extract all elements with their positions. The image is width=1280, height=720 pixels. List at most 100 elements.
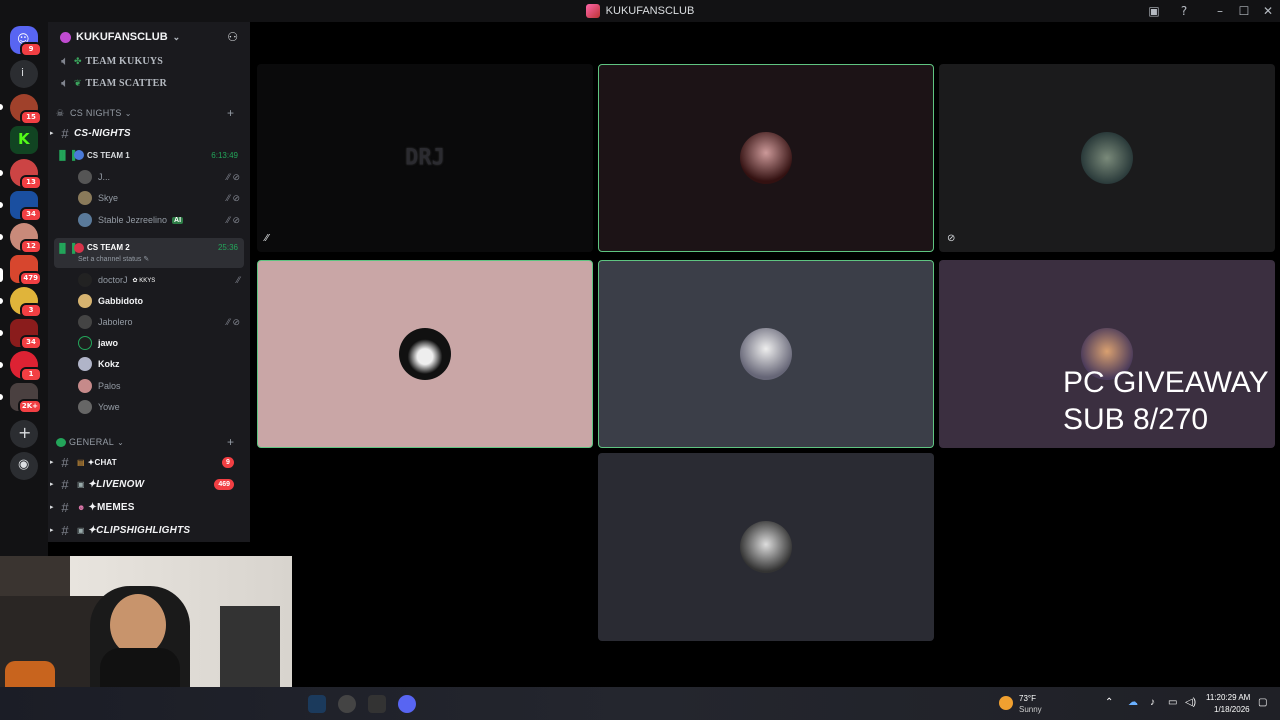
- guild-header[interactable]: KUKUFANSCLUB ⌄ ⚇: [48, 22, 250, 52]
- channel-team-kukuys[interactable]: 🔈︎ ✤ TEAM KUKUYS: [56, 53, 242, 68]
- server-badge: 13: [20, 175, 42, 190]
- voice-user[interactable]: Yowe: [78, 397, 240, 417]
- voice-channel-cs-team-2[interactable]: ▐▌▐ CS TEAM 2 25:36: [56, 241, 242, 254]
- server-icon-3[interactable]: 34: [10, 191, 42, 222]
- create-channel-icon[interactable]: +: [227, 106, 234, 120]
- unread-pill: [0, 298, 3, 304]
- weather-desc[interactable]: Sunny: [1019, 705, 1042, 714]
- create-channel-icon[interactable]: +: [227, 435, 234, 449]
- steam-icon[interactable]: [308, 695, 326, 713]
- title-bar: KUKUFANSCLUB ▣ ? – ☐ ✕: [0, 0, 1280, 22]
- ai-tag: AI: [172, 216, 184, 224]
- server-folder[interactable]: 2K+: [10, 383, 42, 414]
- voice-user[interactable]: J... ⁄⁄ ⊘: [78, 167, 240, 187]
- participant-tile-drj[interactable]: DRJ ⁄⁄: [257, 64, 593, 252]
- voice-timer: 25:36: [217, 243, 238, 252]
- channel-status[interactable]: Set a channel status ✎: [78, 255, 149, 263]
- unread-pill: [0, 362, 3, 368]
- add-server-button[interactable]: +: [10, 420, 38, 448]
- user-name: jawo: [98, 338, 119, 348]
- discover-button[interactable]: ◉: [10, 452, 38, 480]
- scroll-icon: ▤: [77, 457, 85, 467]
- participant-tile-4[interactable]: [257, 260, 593, 448]
- channel-clipshighlights[interactable]: ▸ # ▣ ✦CLIPSHIGHLIGHTS: [50, 522, 242, 538]
- hash-icon: #: [61, 476, 69, 492]
- team-blue-icon: [74, 150, 84, 160]
- channel-name: ✦MEMES: [88, 501, 135, 513]
- voice-user[interactable]: Jabolero ⁄⁄ ⊘: [78, 312, 240, 332]
- guild-icon: [60, 31, 71, 43]
- participant-tile-2[interactable]: [598, 64, 934, 252]
- server-icon-4[interactable]: 12: [10, 223, 42, 254]
- category-general[interactable]: GENERAL ⌄ +: [56, 435, 242, 449]
- channel-name: CS-NIGHTS: [74, 127, 131, 139]
- inbox-icon[interactable]: ▣: [1142, 0, 1166, 22]
- plus-icon: +: [18, 423, 32, 442]
- home-badge: 9: [20, 42, 42, 57]
- invite-people-icon[interactable]: ⚇: [227, 30, 238, 44]
- server-icon-7[interactable]: 34: [10, 319, 42, 350]
- channel-name: ✦CLIPSHIGHLIGHTS: [87, 524, 191, 536]
- participant-tile-7[interactable]: [598, 453, 934, 641]
- discord-taskbar-icon[interactable]: [398, 695, 416, 713]
- avatar: [78, 273, 92, 287]
- notification-icon[interactable]: ▢: [1258, 697, 1267, 708]
- server-kick[interactable]: K: [10, 126, 38, 154]
- clock-date[interactable]: 1/18/2026: [1214, 705, 1250, 714]
- unread-pill: [0, 330, 3, 336]
- help-icon[interactable]: ?: [1172, 0, 1196, 22]
- maximize-button[interactable]: ☐: [1232, 0, 1256, 22]
- voice-active-icon: ▐▌▐: [56, 242, 76, 253]
- speaker-icon[interactable]: ◁): [1185, 697, 1196, 708]
- voice-user[interactable]: doctorJ ✿ KKYS ⁄⁄: [78, 270, 240, 290]
- server-icon-2[interactable]: 13: [10, 159, 42, 190]
- server-icon-1[interactable]: 15: [10, 94, 42, 125]
- weather-temp[interactable]: 73°F: [1019, 694, 1036, 703]
- chevron-up-icon[interactable]: ⌃: [1105, 697, 1113, 708]
- server-badge: 12: [20, 239, 42, 254]
- channel-name: CS TEAM 1: [87, 150, 130, 160]
- server-icon-6[interactable]: 3: [10, 287, 42, 318]
- voice-user[interactable]: Gabbidoto: [78, 291, 240, 311]
- clock-time[interactable]: 11:20:29 AM: [1206, 693, 1250, 702]
- app-icon[interactable]: [368, 695, 386, 713]
- caret-right-icon: ▸: [50, 481, 54, 488]
- hash-icon: #: [61, 454, 69, 470]
- voice-user[interactable]: jawo: [78, 333, 240, 353]
- app-logo-icon: [585, 4, 600, 18]
- channel-memes[interactable]: ▸ # ☻ ✦MEMES: [50, 499, 242, 515]
- caret-right-icon: ▸: [50, 527, 54, 534]
- voice-user[interactable]: Stable Jezreelino AI ⁄⁄ ⊘: [78, 210, 240, 230]
- channel-name: TEAM KUKUYS: [85, 55, 164, 67]
- caret-right-icon: ▸: [50, 130, 54, 137]
- channel-team-scatter[interactable]: 🔈︎ ❦ TEAM SCATTER: [56, 75, 242, 90]
- server-letter[interactable]: i: [10, 60, 38, 88]
- channel-livenow[interactable]: ▸ # ▣ ✦LIVENOW 469: [50, 476, 242, 492]
- avatar: [78, 357, 92, 371]
- cloud-icon[interactable]: ☁: [1128, 697, 1138, 708]
- close-button[interactable]: ✕: [1256, 0, 1280, 22]
- voice-user[interactable]: Skye ⁄⁄ ⊘: [78, 188, 240, 208]
- server-badge: 2K+: [17, 399, 42, 414]
- home-button[interactable]: ☺ 9: [10, 26, 42, 57]
- unread-pill: [0, 170, 3, 176]
- avatar: [78, 379, 92, 393]
- minimize-button[interactable]: –: [1208, 0, 1232, 22]
- voice-channel-cs-team-1[interactable]: ▐▌▐ CS TEAM 1 6:13:49: [56, 148, 242, 162]
- team-red-icon: [74, 242, 84, 253]
- category-cs-nights[interactable]: ☠ CS NIGHTS ⌄ +: [56, 106, 242, 120]
- voice-active-icon: ▐▌▐: [56, 150, 76, 160]
- voice-user[interactable]: Palos: [78, 376, 240, 396]
- channel-chat[interactable]: ▸ # ▤ ✦CHAT 9: [50, 454, 242, 470]
- microphone-icon[interactable]: ♪: [1150, 697, 1155, 708]
- channel-cs-nights[interactable]: ▸ # CS-NIGHTS: [50, 125, 242, 141]
- voice-user[interactable]: Kokz: [78, 354, 240, 374]
- server-icon-8[interactable]: 1: [10, 351, 42, 382]
- muted-icon: ⁄⁄: [265, 233, 269, 244]
- participant-tile-5[interactable]: [598, 260, 934, 448]
- server-icon-5[interactable]: 479: [10, 255, 42, 286]
- participant-tile-3[interactable]: ⊘: [939, 64, 1275, 252]
- guild-name[interactable]: KUKUFANSCLUB ⌄: [60, 31, 180, 43]
- obs-icon[interactable]: [338, 695, 356, 713]
- network-icon[interactable]: ▭: [1168, 697, 1177, 708]
